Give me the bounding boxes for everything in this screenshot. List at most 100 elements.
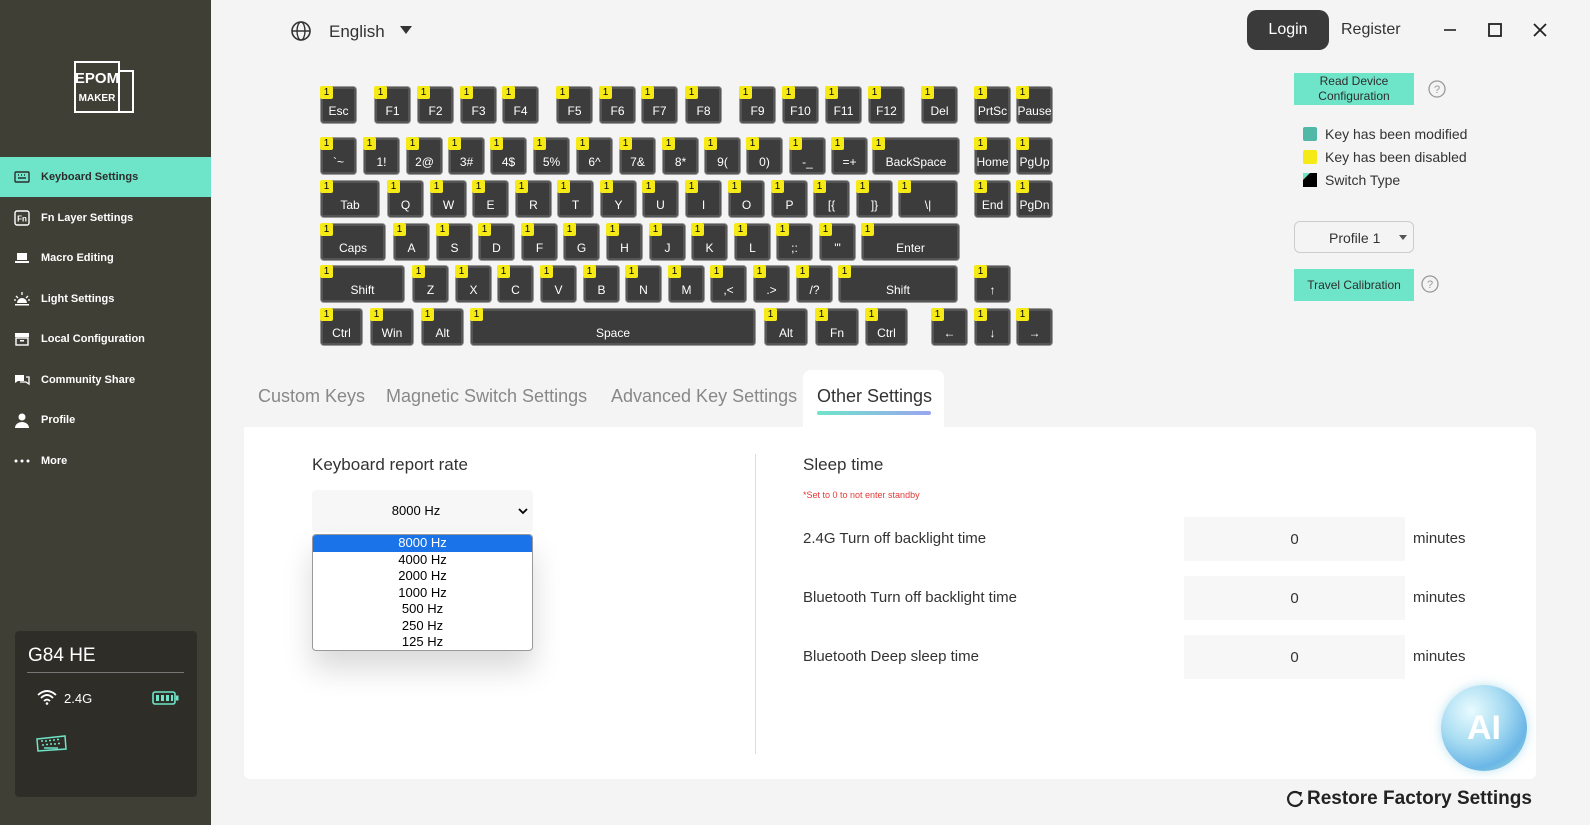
key[interactable]: 1 F4: [502, 86, 538, 123]
key[interactable]: 1 F10: [782, 86, 818, 123]
register-link[interactable]: Register: [1341, 21, 1401, 39]
key[interactable]: 1[{: [813, 180, 849, 217]
key[interactable]: 1 Home: [974, 137, 1010, 174]
ai-assistant-button[interactable]: AI: [1441, 685, 1527, 771]
key[interactable]: 1 F6: [599, 86, 635, 123]
key[interactable]: 1N: [625, 265, 661, 302]
tab-advanced-key-settings[interactable]: Advanced Key Settings: [611, 386, 797, 407]
rate-option[interactable]: 1000 Hz: [313, 585, 532, 602]
language-label[interactable]: English: [329, 22, 385, 42]
maximize-icon[interactable]: [1485, 20, 1505, 40]
tab-custom-keys[interactable]: Custom Keys: [258, 386, 365, 407]
key[interactable]: 1C: [497, 265, 533, 302]
key[interactable]: 1 PrtSc: [974, 86, 1010, 123]
rate-option[interactable]: 8000 Hz: [313, 535, 532, 552]
key[interactable]: 1G: [563, 223, 599, 260]
key[interactable]: 1 Ctrl: [865, 308, 907, 345]
key[interactable]: 1W: [430, 180, 466, 217]
rate-option[interactable]: 4000 Hz: [313, 552, 532, 569]
chevron-down-icon[interactable]: [517, 505, 529, 517]
sidebar-item-light-settings[interactable]: Light Settings: [0, 279, 211, 319]
read-device-configuration-button[interactable]: Read Device Configuration: [1294, 73, 1414, 105]
key[interactable]: 1 .>: [753, 265, 789, 302]
key[interactable]: 1 F7: [641, 86, 677, 123]
key[interactable]: 1 Enter: [861, 223, 959, 260]
tab-other-settings[interactable]: Other Settings: [817, 386, 932, 407]
restore-factory-settings-button[interactable]: Restore Factory Settings: [1286, 788, 1532, 810]
key[interactable]: 1D: [478, 223, 514, 260]
key[interactable]: 1 Ctrl: [320, 308, 362, 345]
key[interactable]: 1U: [642, 180, 678, 217]
profile-select[interactable]: Profile 1: [1294, 221, 1414, 253]
close-icon[interactable]: [1530, 20, 1550, 40]
key[interactable]: 1K: [691, 223, 727, 260]
key[interactable]: 1F: [521, 223, 557, 260]
key[interactable]: 1 5%: [533, 137, 569, 174]
login-button[interactable]: Login: [1247, 10, 1329, 50]
travel-calibration-button[interactable]: Travel Calibration: [1294, 269, 1414, 301]
key[interactable]: 1 F5: [556, 86, 592, 123]
key[interactable]: 1 Del: [921, 86, 957, 123]
key[interactable]: 1 Alt: [764, 308, 807, 345]
sidebar-item-macro-editing[interactable]: Macro Editing: [0, 238, 211, 278]
key[interactable]: 1 End: [974, 180, 1010, 217]
key[interactable]: 1 3#: [448, 137, 484, 174]
tab-magnetic-switch-settings[interactable]: Magnetic Switch Settings: [386, 386, 587, 407]
key[interactable]: 1Q: [387, 180, 423, 217]
key[interactable]: 1 Fn: [815, 308, 858, 345]
key[interactable]: 1A: [393, 223, 429, 260]
key[interactable]: 1 Alt: [421, 308, 463, 345]
key[interactable]: 1 →: [1016, 308, 1052, 345]
key[interactable]: 1S: [436, 223, 472, 260]
key[interactable]: 1 7&: [619, 137, 655, 174]
key[interactable]: 1 1!: [363, 137, 399, 174]
key[interactable]: 1 \|: [898, 180, 957, 217]
key[interactable]: 1 ←: [931, 308, 967, 345]
key[interactable]: 1 Shift: [320, 265, 404, 302]
key[interactable]: 1Y: [600, 180, 636, 217]
key[interactable]: 1M: [668, 265, 704, 302]
help-icon[interactable]: ?: [1421, 275, 1439, 293]
key[interactable]: 1P: [771, 180, 807, 217]
key[interactable]: 1 ↓: [974, 308, 1010, 345]
key[interactable]: 1E: [472, 180, 508, 217]
key[interactable]: 1 Pause: [1016, 86, 1052, 123]
key[interactable]: 1 8*: [662, 137, 698, 174]
sidebar-item-keyboard-settings[interactable]: Keyboard Settings: [0, 157, 211, 197]
minimize-icon[interactable]: [1440, 20, 1460, 40]
device-card[interactable]: G84 HE 2.4G: [15, 631, 197, 797]
key[interactable]: 1 =+: [831, 137, 867, 174]
backlight-24g-input[interactable]: [1184, 517, 1405, 561]
key[interactable]: 1B: [583, 265, 619, 302]
key[interactable]: 1/?: [796, 265, 832, 302]
key[interactable]: 1 F2: [417, 86, 453, 123]
key[interactable]: 1 Caps: [320, 223, 385, 260]
sidebar-item-fn-layer-settings[interactable]: Fn Fn Layer Settings: [0, 198, 211, 238]
key[interactable]: 1 F12: [868, 86, 904, 123]
key[interactable]: 1 PgDn: [1016, 180, 1052, 217]
key[interactable]: 1O: [728, 180, 764, 217]
key[interactable]: 1 4$: [490, 137, 526, 174]
key[interactable]: 1;:: [776, 223, 812, 260]
key[interactable]: 1 -_: [789, 137, 825, 174]
key[interactable]: 1 2@: [406, 137, 442, 174]
sidebar-item-local-configuration[interactable]: Local Configuration: [0, 319, 211, 359]
key[interactable]: 1 F3: [460, 86, 496, 123]
key[interactable]: 1 F8: [685, 86, 721, 123]
key[interactable]: 1]}: [856, 180, 892, 217]
sidebar-item-profile[interactable]: Profile: [0, 400, 211, 440]
key[interactable]: 1 ,<: [710, 265, 746, 302]
help-icon[interactable]: ?: [1428, 80, 1446, 98]
key[interactable]: 1 Space: [470, 308, 755, 345]
sidebar-item-community-share[interactable]: Community Share: [0, 360, 211, 400]
chevron-down-icon[interactable]: [399, 25, 413, 35]
key[interactable]: 1 Esc: [320, 86, 356, 123]
key[interactable]: 1I: [685, 180, 721, 217]
backlight-bluetooth-input[interactable]: [1184, 576, 1405, 620]
key[interactable]: 1 F1: [374, 86, 410, 123]
key[interactable]: 1 6^: [576, 137, 612, 174]
key[interactable]: 1X: [455, 265, 491, 302]
sidebar-item-more[interactable]: More: [0, 441, 211, 481]
key[interactable]: 1 0): [746, 137, 782, 174]
key[interactable]: 1 BackSpace: [872, 137, 959, 174]
